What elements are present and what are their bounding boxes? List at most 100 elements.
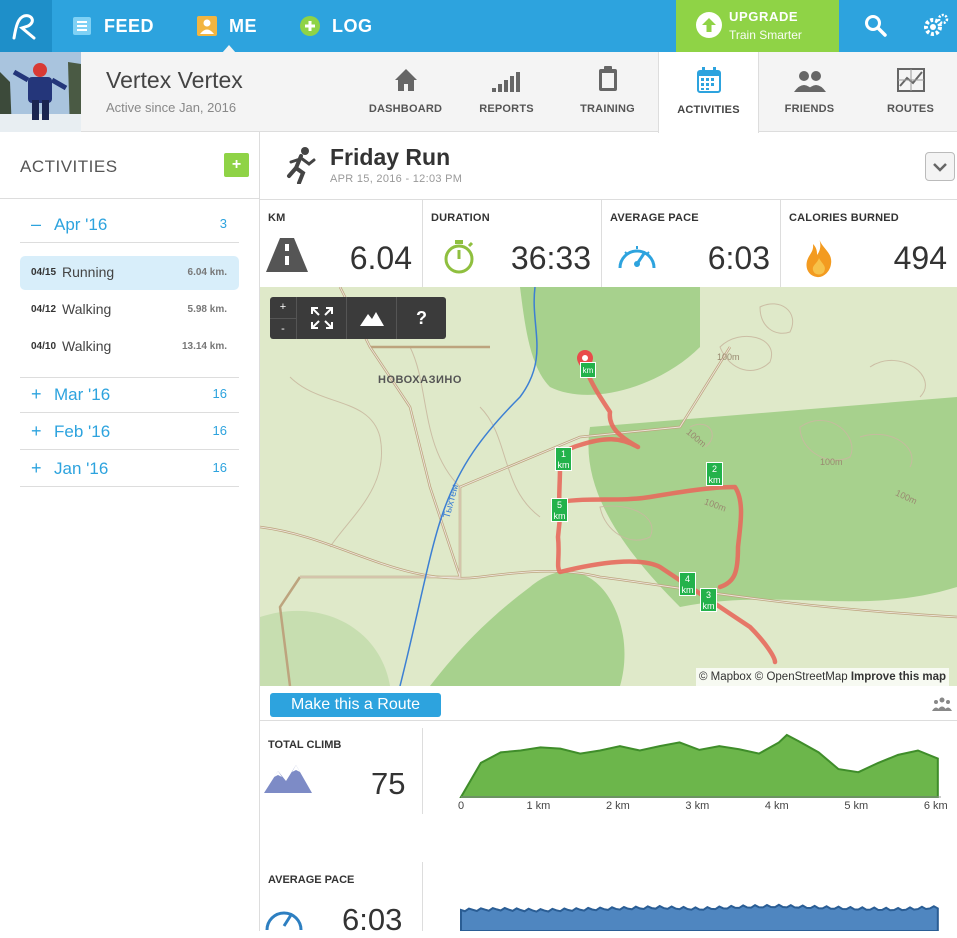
activity-date: 04/12	[31, 304, 57, 315]
profile-active-since: Active since Jan, 2016	[106, 100, 237, 115]
tab-friends[interactable]: FRIENDS	[759, 52, 860, 132]
activity-date: 04/15	[31, 267, 57, 278]
km-marker: km	[580, 362, 596, 378]
zoom-out-button[interactable]: -	[270, 317, 296, 340]
x-tick-label: 2 km	[605, 800, 630, 812]
activity-date: 04/10	[31, 341, 57, 352]
stat-distance: KM 6.04	[260, 200, 423, 288]
avatar[interactable]	[0, 52, 81, 132]
month-group-jan[interactable]: + Jan '16 16	[20, 451, 239, 487]
expand-icon: +	[31, 458, 42, 478]
month-group-apr[interactable]: – Apr '16 3	[20, 207, 239, 243]
elevation-point	[559, 747, 562, 750]
month-group-feb[interactable]: + Feb '16 16	[20, 414, 239, 450]
pace-area	[460, 903, 939, 931]
elevation-area	[459, 733, 939, 798]
elevation-chart[interactable]	[455, 728, 945, 800]
month-group-mar[interactable]: + Mar '16 16	[20, 377, 239, 413]
activity-item[interactable]: 04/12 Walking 5.98 km.	[20, 293, 239, 327]
make-route-button[interactable]: Make this a Route	[270, 693, 441, 717]
chevron-down-icon	[933, 162, 947, 172]
elevation-point	[778, 741, 780, 744]
tab-reports[interactable]: REPORTS	[456, 52, 557, 132]
stat-value: 6.04	[349, 240, 412, 276]
elevation-point	[786, 734, 788, 736]
nav-log[interactable]: LOG	[300, 0, 373, 52]
add-activity-button[interactable]: +	[224, 153, 249, 177]
stat-label: KM	[268, 212, 286, 224]
search-icon[interactable]	[864, 14, 888, 43]
stat-calories: CALORIES BURNED 494	[781, 200, 957, 288]
nav-log-label: LOG	[332, 15, 373, 36]
osm-attribution-link[interactable]: © OpenStreetMap	[755, 671, 848, 683]
tab-label: DASHBOARD	[368, 103, 443, 115]
elevation-point	[797, 740, 800, 742]
expand-icon: +	[31, 384, 42, 404]
terrain-toggle-button[interactable]	[346, 297, 396, 339]
x-tick-label: 5 km	[844, 800, 869, 812]
total-climb-value: 75	[371, 766, 406, 801]
elevation-point	[639, 749, 641, 752]
pace-chart[interactable]	[455, 866, 945, 931]
sidebar-title: ACTIVITIES	[20, 157, 118, 176]
settings-gear-icon[interactable]	[922, 12, 950, 43]
mapbox-attribution-link[interactable]: © Mapbox	[699, 671, 752, 683]
elevation-point	[678, 741, 681, 744]
stat-label: CALORIES BURNED	[789, 212, 899, 224]
friends-icon	[793, 66, 827, 92]
sidebar-divider	[0, 198, 260, 199]
stopwatch-icon	[441, 238, 477, 281]
tab-routes[interactable]: ROUTES	[860, 52, 957, 132]
month-count: 16	[212, 460, 227, 475]
upgrade-subtitle: Train Smarter	[729, 28, 802, 42]
average-pace-value: 6:03	[342, 902, 403, 937]
km-marker-2: 2 km	[706, 462, 723, 486]
road-icon	[266, 238, 308, 277]
route-map[interactable]	[260, 287, 957, 686]
profile-tabs: DASHBOARD REPORTS TRAINING ACTIVITIES FR…	[355, 52, 957, 133]
x-tick-label: 0	[458, 800, 465, 812]
bar-chart-icon	[491, 66, 522, 92]
stat-average-pace: AVERAGE PACE 6:03	[602, 200, 781, 288]
tab-training[interactable]: TRAINING	[557, 52, 658, 132]
map-contour-label: 100m	[820, 457, 843, 467]
activity-options-dropdown[interactable]	[925, 152, 955, 181]
activity-type: Walking	[62, 301, 112, 317]
elevation-point	[619, 745, 621, 747]
tab-label: REPORTS	[479, 103, 534, 115]
group-icon[interactable]	[932, 697, 952, 716]
tab-activities[interactable]: ACTIVITIES	[658, 52, 759, 133]
month-count: 16	[212, 386, 227, 401]
fullscreen-icon	[310, 307, 333, 329]
zoom-controls: + -	[270, 297, 296, 339]
arrow-up-icon	[696, 12, 722, 38]
elevation-point	[897, 754, 899, 756]
upgrade-button[interactable]: UPGRADE Train Smarter	[676, 0, 839, 52]
expand-icon: +	[31, 421, 42, 441]
plus-circle-icon	[300, 16, 320, 36]
fullscreen-button[interactable]	[296, 297, 346, 339]
stat-value: 36:33	[510, 240, 591, 276]
tab-dashboard[interactable]: DASHBOARD	[355, 52, 456, 132]
stat-duration: DURATION 36:33	[423, 200, 602, 288]
clipboard-icon	[598, 66, 618, 92]
month-label: Apr '16	[54, 215, 108, 234]
stat-value: 6:03	[707, 240, 770, 276]
activity-item-selected[interactable]: 04/15 Running 6.04 km.	[20, 256, 239, 290]
nav-feed[interactable]: FEED	[72, 0, 154, 52]
month-label: Jan '16	[54, 459, 109, 478]
activity-item[interactable]: 04/10 Walking 13.14 km.	[20, 330, 239, 364]
flame-icon	[803, 238, 835, 283]
x-tick-label: 1 km	[526, 800, 551, 812]
runkeeper-logo[interactable]	[0, 0, 52, 52]
running-person-icon	[283, 146, 317, 189]
elevation-point	[857, 771, 860, 773]
stat-value: 494	[893, 240, 947, 276]
upgrade-title: UPGRADE	[729, 9, 799, 24]
map-help-button[interactable]: ?	[396, 297, 446, 339]
improve-map-link[interactable]: Improve this map	[851, 671, 946, 683]
elevation-point	[817, 751, 820, 754]
elevation-point	[877, 762, 880, 764]
zoom-in-button[interactable]: +	[270, 297, 296, 318]
map-attribution: © Mapbox © OpenStreetMap Improve this ma…	[696, 668, 950, 687]
